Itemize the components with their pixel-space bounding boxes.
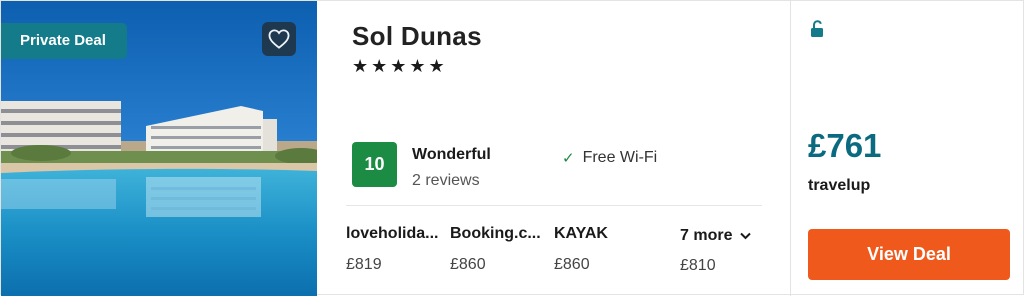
hotel-info: Sol Dunas ★★★★★ 10 Wonderful 2 reviews ✓…	[317, 1, 791, 296]
provider-name: Booking.c...	[450, 225, 541, 242]
divider	[346, 205, 762, 206]
more-label: 7 more	[680, 227, 733, 244]
price-panel: £761 travelup View Deal	[791, 1, 1023, 296]
provider-price: £819	[346, 256, 382, 273]
more-providers-button[interactable]: 7 more £810	[680, 227, 770, 275]
favorite-button[interactable]	[262, 22, 296, 56]
rating-label: Wonderful	[412, 146, 491, 163]
review-count[interactable]: 2 reviews	[412, 172, 480, 190]
star-rating: ★★★★★	[352, 56, 448, 76]
provider-option[interactable]: loveholida... £819	[346, 225, 444, 274]
provider-price: £860	[554, 256, 590, 273]
view-deal-button[interactable]: View Deal	[808, 229, 1010, 280]
provider-option[interactable]: KAYAK £860	[554, 225, 652, 274]
more-price: £810	[680, 257, 716, 274]
provider-option[interactable]: Booking.c... £860	[450, 225, 548, 274]
hotel-name[interactable]: Sol Dunas	[352, 21, 482, 52]
hotel-result-card[interactable]: Private Deal Sol Dunas ★★★★★ 10 Wonderfu…	[0, 0, 1024, 296]
heart-icon	[268, 29, 290, 49]
deal-price: £761	[808, 127, 882, 164]
provider-name: loveholida...	[346, 225, 439, 242]
hotel-photo[interactable]: Private Deal	[1, 1, 317, 296]
amenity-label: Free Wi-Fi	[582, 149, 658, 166]
private-deal-badge: Private Deal	[1, 23, 127, 59]
provider-name: KAYAK	[554, 225, 608, 242]
deal-provider: travelup	[808, 177, 871, 194]
provider-price: £860	[450, 256, 486, 273]
check-icon: ✓	[562, 150, 575, 167]
rating-score-badge: 10	[352, 142, 397, 187]
unlock-icon	[811, 20, 823, 37]
amenity-wifi: ✓ Free Wi-Fi	[562, 149, 657, 167]
chevron-down-icon	[740, 232, 752, 240]
